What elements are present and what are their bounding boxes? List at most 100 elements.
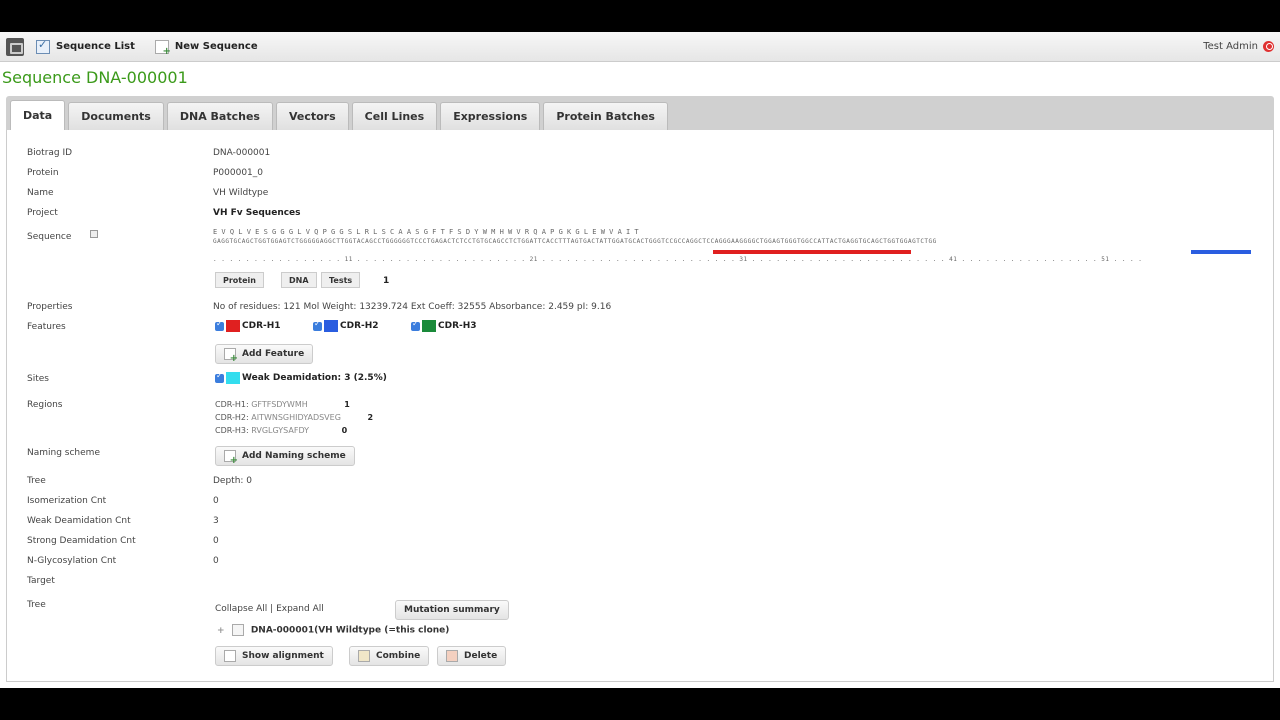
region-count: 2 [367,413,374,422]
seq-view-tests-button[interactable]: Tests [321,272,361,288]
top-toolbar: Sequence List New Sequence Test Admin [0,32,1280,62]
field-value-project[interactable]: VH Fv Sequences [213,208,301,218]
region-name: CDR-H2: [215,413,249,422]
field-label-sequence: Sequence [27,232,72,242]
seq-view-count: 1 [383,276,390,286]
field-label-isomerization: Isomerization Cnt [27,496,107,506]
region-seq: RVGLGYSAFDY [251,426,310,435]
delete-label: Delete [464,651,498,661]
field-value-strong-deamidation: 0 [213,536,219,546]
page-title: Sequence DNA-000001 [2,68,188,87]
tab-vectors[interactable]: Vectors [275,102,349,130]
region-seq: GFTFSDYWMH [251,400,308,409]
feature-bar-cdr-h1[interactable] [713,250,911,254]
delete-icon [446,650,458,662]
add-naming-scheme-label: Add Naming scheme [242,451,346,461]
tree-node-checkbox[interactable] [231,624,244,636]
region-seq: AITWNSGHIDYADSVEG [251,413,341,422]
field-value-weak-deamidation: 3 [213,516,219,526]
feature-color-swatch [422,320,436,332]
mutation-summary-button[interactable]: Mutation summary [395,600,509,620]
site-label: Weak Deamidation: 3 (2.5%) [242,373,387,383]
tab-bar: Data Documents DNA Batches Vectors Cell … [6,96,1274,130]
logout-icon[interactable] [1263,41,1274,52]
add-document-icon [224,450,238,466]
feature-bar-cdr-h2[interactable] [1191,250,1251,254]
site-color-swatch [226,372,240,384]
show-alignment-label: Show alignment [242,651,324,661]
field-label-tree: Tree [27,476,46,486]
add-naming-scheme-button[interactable]: Add Naming scheme [215,446,355,466]
collapse-all-link[interactable]: Collapse All [215,604,267,614]
sequence-settings-icon[interactable] [90,230,98,238]
region-name: CDR-H3: [215,426,249,435]
tab-cell-lines[interactable]: Cell Lines [351,102,438,130]
field-label-sites: Sites [27,374,49,384]
field-value-protein[interactable]: P000001_0 [213,168,263,178]
combine-icon [358,650,370,662]
tree-node[interactable]: + DNA-000001(VH Wildtype (=this clone) [217,624,449,636]
tab-expressions[interactable]: Expressions [440,102,541,130]
tree-node-label: DNA-000001(VH Wildtype (=this clone) [250,625,450,636]
field-label-weak-deamidation: Weak Deamidation Cnt [27,516,131,526]
field-label-tree-2: Tree [27,600,46,610]
region-row: CDR-H2: AITWNSGHIDYADSVEG 2 [215,411,373,424]
field-value-biotrag-id: DNA-000001 [213,148,271,158]
user-name: Test Admin [1203,41,1258,52]
feature-cdr-h2[interactable]: CDR-H2 [313,319,379,332]
regions-list: CDR-H1: GFTFSDYWMH 1 CDR-H2: AITWNSGHIDY… [215,398,373,437]
tree-expander-icon[interactable]: + [217,626,225,636]
tab-documents[interactable]: Documents [68,102,164,130]
tab-protein-batches[interactable]: Protein Batches [543,102,668,130]
seq-view-dna-button[interactable]: DNA [281,272,317,288]
delete-button[interactable]: Delete [437,646,507,666]
site-weak-deamidation[interactable]: Weak Deamidation: 3 (2.5%) [215,371,387,384]
feature-label: CDR-H1 [242,321,281,331]
field-label-strong-deamidation: Strong Deamidation Cnt [27,536,136,546]
field-label-protein: Protein [27,168,59,178]
site-checkbox[interactable] [215,371,224,383]
expand-all-link[interactable]: Expand All [276,604,324,614]
sequence-ruler: . . . . . . . . . . . . . . . . 11 . . .… [213,256,1143,263]
field-value-name: VH Wildtype [213,188,269,198]
tab-data[interactable]: Data [10,100,66,130]
feature-checkbox[interactable] [215,319,224,331]
field-label-properties: Properties [27,302,73,312]
region-name: CDR-H1: [215,400,249,409]
combine-button[interactable]: Combine [349,646,430,666]
nav-new-sequence[interactable]: New Sequence [154,39,258,57]
feature-label: CDR-H3 [438,321,477,331]
tree-controls: Collapse All | Expand All [215,604,324,614]
seq-view-protein-button[interactable]: Protein [215,272,264,288]
app-window: Sequence List New Sequence Test Admin Se… [0,32,1280,688]
field-value-tree: Depth: 0 [213,476,253,486]
feature-checkbox[interactable] [313,319,322,331]
field-label-name: Name [27,188,54,198]
sequence-dna-line: GAGGTGCAGCTGGTGGAGTCTGGGGGAGGCTTGGTACAGC… [213,238,937,245]
list-check-icon [36,38,50,54]
add-feature-label: Add Feature [242,349,305,359]
nav-new-sequence-label: New Sequence [174,41,258,52]
region-row: CDR-H3: RVGLGYSAFDY 0 [215,424,373,437]
sequence-aa-line: E V Q L V E S G G G L V Q P G G S L R L … [213,228,639,236]
field-value-n-glycosylation: 0 [213,556,219,566]
data-panel: Biotrag ID DNA-000001 Protein P000001_0 … [6,130,1274,682]
alignment-icon [224,650,236,662]
feature-cdr-h1[interactable]: CDR-H1 [215,319,281,332]
show-alignment-button[interactable]: Show alignment [215,646,333,666]
add-feature-button[interactable]: Add Feature [215,344,314,364]
nav-sequence-list[interactable]: Sequence List [36,38,135,54]
feature-checkbox[interactable] [411,319,420,331]
field-label-project: Project [27,208,58,218]
field-value-properties: No of residues: 121 Mol Weight: 13239.72… [213,302,612,312]
tab-dna-batches[interactable]: DNA Batches [166,102,273,130]
field-label-target: Target [27,576,55,586]
nav-sequence-list-label: Sequence List [56,41,135,52]
region-row: CDR-H1: GFTFSDYWMH 1 [215,398,373,411]
feature-cdr-h3[interactable]: CDR-H3 [411,319,477,332]
region-count: 0 [341,426,348,435]
new-document-icon [154,39,171,57]
tree-controls-separator: | [270,604,274,614]
user-menu[interactable]: Test Admin [1203,41,1274,52]
app-logo-icon[interactable] [6,37,24,56]
